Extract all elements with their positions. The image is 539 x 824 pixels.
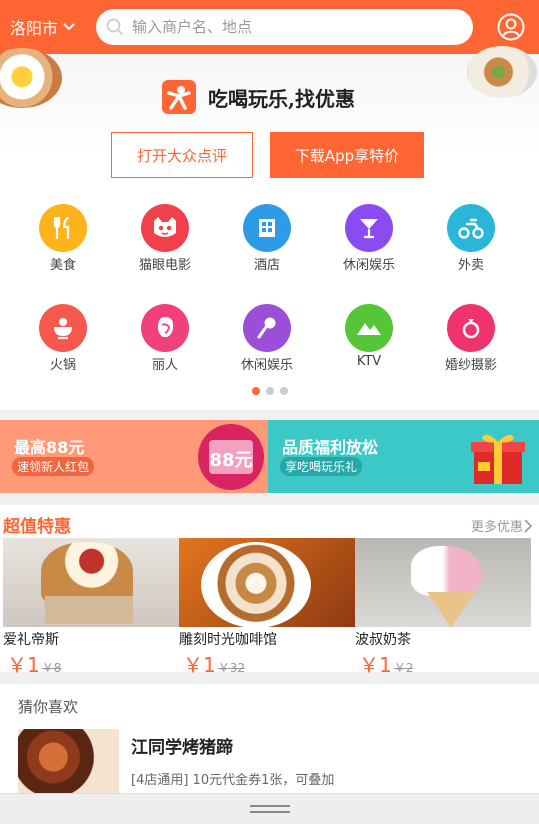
building-icon [243, 204, 291, 252]
gift-box-icon [471, 434, 525, 484]
category-label: 休闲娱乐 [342, 258, 395, 273]
page-dot[interactable] [265, 387, 274, 395]
more-deals-link[interactable]: 更多优惠 [471, 516, 533, 535]
deals-section: 超值特惠 更多优惠 爱礼帝斯 ￥1 ￥8 雕刻时光咖啡馆 ￥1 ￥32 波叔奶茶 [0, 505, 539, 677]
category-label: KTV [356, 354, 382, 369]
hero-section: 吃喝玩乐,找优惠 打开大众点评 下载App享特价 美食 猫眼电影 酒店 休闲娱乐… [0, 46, 539, 410]
recommend-item[interactable]: 江同学烤猪蹄 [4店通用] 10元代金券1张，可叠加 [18, 729, 528, 799]
deal-name: 雕刻时光咖啡馆 [179, 632, 277, 648]
hotpot-icon [39, 304, 87, 352]
microphone-icon [243, 304, 291, 352]
drag-handle-icon [249, 805, 290, 813]
category-label: 休闲娱乐 [240, 358, 293, 373]
category-label: 猫眼电影 [138, 258, 191, 273]
deal-current-price: ￥1 [7, 653, 40, 677]
user-circle-icon[interactable] [497, 13, 525, 41]
cocktail-icon [345, 204, 393, 252]
deal-original-price: ￥32 [217, 661, 246, 675]
category-leisure[interactable]: 休闲娱乐 [324, 204, 414, 273]
deal-image [179, 538, 355, 627]
search-box[interactable] [96, 9, 473, 45]
deal-price: ￥1 ￥32 [183, 649, 355, 678]
brand-block: 吃喝玩乐,找优惠 [162, 80, 355, 114]
category-label: 丽人 [151, 358, 178, 373]
deal-name: 爱礼帝斯 [3, 632, 59, 648]
dianping-logo-icon [162, 80, 196, 114]
deal-current-price: ￥1 [183, 653, 216, 677]
city-selector[interactable]: 洛阳市 [0, 15, 88, 39]
recommend-image [18, 729, 119, 799]
deal-image [355, 538, 531, 627]
chevron-right-icon [524, 518, 533, 533]
category-label: 外卖 [457, 258, 484, 273]
cat-icon [141, 204, 189, 252]
scooter-icon [447, 204, 495, 252]
banner-title: 最高88元 [14, 438, 85, 457]
category-hotpot[interactable]: 火锅 [18, 304, 108, 373]
fork-knife-icon [39, 204, 87, 252]
download-app-button[interactable]: 下载App享特价 [270, 132, 424, 178]
chevron-down-icon [63, 23, 75, 31]
category-hotel[interactable]: 酒店 [222, 204, 312, 273]
deal-card[interactable]: 波叔奶茶 ￥1 ￥2 [355, 538, 531, 678]
open-app-button[interactable]: 打开大众点评 [111, 132, 253, 178]
badge-label: 88元 [209, 440, 253, 474]
deal-name: 波叔奶茶 [355, 632, 411, 648]
search-icon [106, 18, 124, 36]
mountain-icon [345, 304, 393, 352]
category-wedding[interactable]: 婚纱摄影 [426, 304, 516, 373]
category-takeout[interactable]: 外卖 [426, 204, 516, 273]
deal-price: ￥1 ￥2 [359, 649, 531, 678]
city-label: 洛阳市 [10, 19, 59, 38]
top-header: 洛阳市 [0, 0, 539, 54]
welfare-banner[interactable]: 品质福利放松 享吃喝玩乐礼 [268, 420, 539, 493]
deal-current-price: ￥1 [359, 653, 392, 677]
bottom-drawer-handle[interactable] [0, 793, 539, 824]
banner-title: 品质福利放松 [282, 438, 379, 457]
section-title: 猜你喜欢 [18, 698, 79, 716]
more-deals-label: 更多优惠 [470, 520, 523, 535]
category-label: 酒店 [253, 258, 280, 273]
deals-title: 超值特惠 [3, 517, 71, 537]
recommend-name: 江同学烤猪蹄 [131, 738, 233, 758]
category-label: 美食 [49, 258, 76, 273]
red-packet-icon: 88元 [198, 424, 264, 490]
page-dot[interactable] [279, 387, 288, 395]
deal-card[interactable]: 雕刻时光咖啡馆 ￥1 ￥32 [179, 538, 355, 678]
deal-image [3, 538, 179, 627]
category-food[interactable]: 美食 [18, 204, 108, 273]
recommend-description: [4店通用] 10元代金券1张，可叠加 [131, 773, 335, 788]
deal-price: ￥1 ￥8 [7, 649, 179, 678]
deal-original-price: ￥8 [41, 661, 62, 675]
banner-subtitle: 享吃喝玩乐礼 [280, 457, 363, 476]
food-plate-image [467, 46, 537, 98]
deal-original-price: ￥2 [393, 661, 414, 675]
new-user-coupon-banner[interactable]: 最高88元 速领新人红包 88元 [0, 420, 268, 493]
lady-icon [141, 304, 189, 352]
category-label: 火锅 [49, 358, 76, 373]
category-movie[interactable]: 猫眼电影 [120, 204, 210, 273]
ring-icon [447, 304, 495, 352]
deal-card[interactable]: 爱礼帝斯 ￥1 ￥8 [3, 538, 179, 678]
search-input[interactable] [132, 18, 452, 36]
category-leisure-2[interactable]: 休闲娱乐 [222, 304, 312, 373]
page-dot[interactable] [251, 387, 260, 395]
category-beauty[interactable]: 丽人 [120, 304, 210, 373]
brand-title: 吃喝玩乐,找优惠 [208, 86, 355, 111]
category-ktv[interactable]: KTV [324, 304, 414, 369]
banner-subtitle: 速领新人红包 [12, 457, 95, 476]
page-indicator [0, 387, 539, 395]
category-label: 婚纱摄影 [444, 358, 497, 373]
